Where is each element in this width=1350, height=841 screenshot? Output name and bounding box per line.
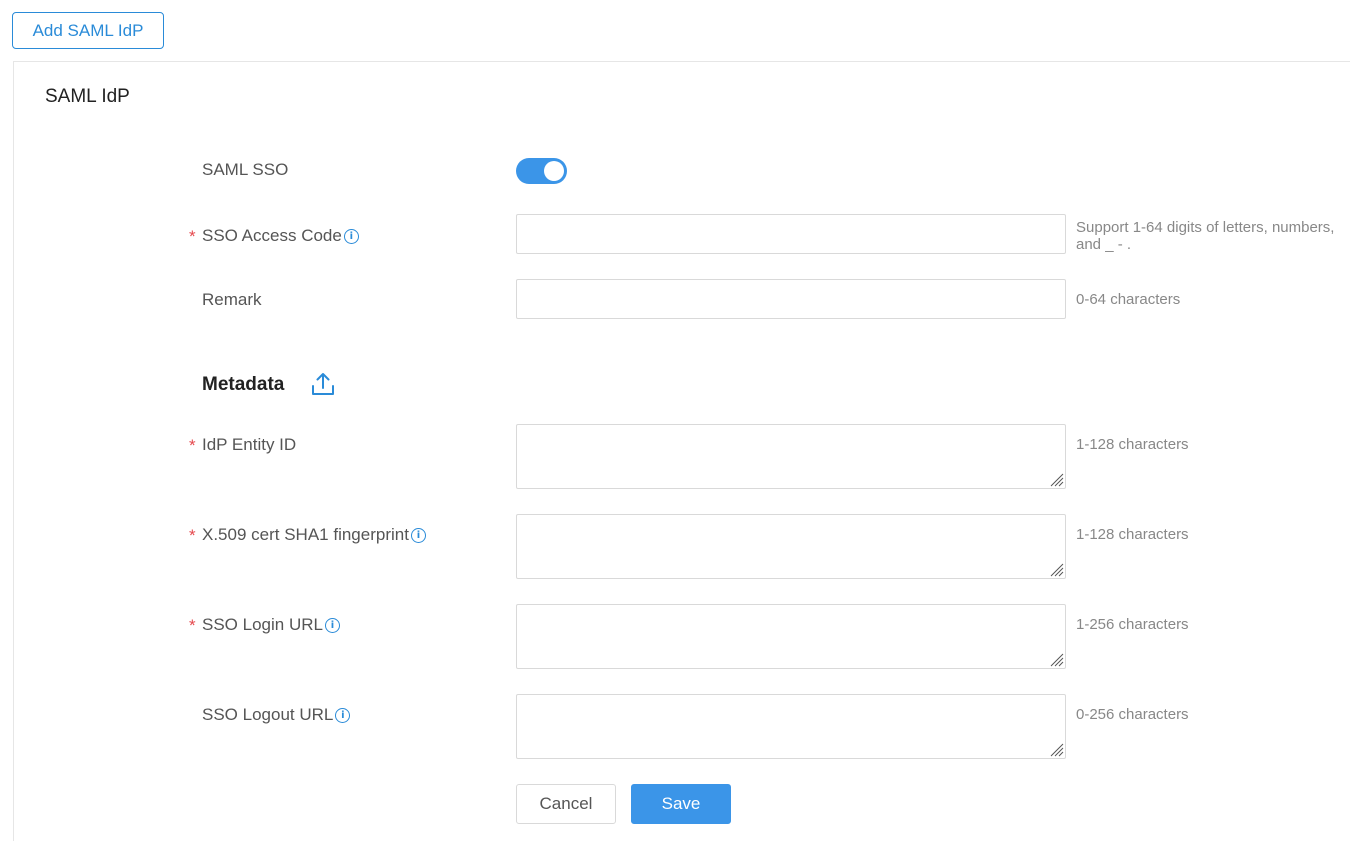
sso-access-code-hint-line1: Support 1-64 digits of letters, numbers, (1076, 219, 1335, 236)
saml-sso-label: SAML SSO (202, 160, 289, 179)
required-marker: * (189, 227, 196, 246)
sso-login-url-hint: 1-256 characters (1076, 616, 1189, 633)
resize-grip-icon[interactable] (1048, 651, 1064, 667)
info-icon[interactable]: i (324, 617, 340, 633)
idp-entity-id-hint: 1-128 characters (1076, 436, 1189, 453)
add-saml-idp-button[interactable]: Add SAML IdP (12, 12, 164, 49)
x509-fingerprint-label-text: X.509 cert SHA1 fingerprint (202, 525, 409, 544)
sso-login-url-label-text: SSO Login URL (202, 615, 323, 634)
required-marker: * (189, 526, 196, 545)
sso-access-code-input[interactable] (516, 214, 1066, 254)
saml-sso-toggle[interactable] (516, 158, 567, 184)
idp-entity-id-label: IdP Entity ID (202, 435, 297, 454)
sso-logout-url-hint: 0-256 characters (1076, 706, 1189, 723)
resize-grip-icon[interactable] (1048, 561, 1064, 577)
required-marker: * (189, 616, 196, 635)
info-icon[interactable]: i (335, 707, 351, 723)
idp-entity-id-textarea[interactable] (516, 424, 1066, 489)
x509-fingerprint-label: X.509 cert SHA1 fingerprint i (202, 525, 426, 545)
sso-logout-url-label-text: SSO Logout URL (202, 705, 334, 724)
toggle-knob (544, 161, 564, 181)
panel-title: SAML IdP (45, 86, 130, 107)
cancel-button[interactable]: Cancel (516, 784, 616, 824)
x509-fingerprint-textarea[interactable] (516, 514, 1066, 579)
resize-grip-icon[interactable] (1048, 471, 1064, 487)
upload-icon[interactable] (310, 371, 336, 397)
sso-logout-url-textarea[interactable] (516, 694, 1066, 759)
x509-fingerprint-hint: 1-128 characters (1076, 526, 1189, 543)
sso-login-url-label: SSO Login URL i (202, 615, 340, 635)
sso-login-url-textarea[interactable] (516, 604, 1066, 669)
sso-access-code-label: SSO Access Code i (202, 226, 359, 246)
remark-hint: 0-64 characters (1076, 291, 1181, 308)
remark-label: Remark (202, 290, 262, 309)
info-icon[interactable]: i (343, 228, 359, 244)
saml-idp-panel: SAML IdP SAML SSO * SSO Access Code i Su… (13, 61, 1350, 841)
save-button[interactable]: Save (631, 784, 731, 824)
sso-logout-url-label: SSO Logout URL i (202, 705, 351, 725)
sso-access-code-hint-line2: and _ - . (1076, 236, 1132, 253)
resize-grip-icon[interactable] (1048, 741, 1064, 757)
info-icon[interactable]: i (410, 527, 426, 543)
remark-input[interactable] (516, 279, 1066, 319)
sso-access-code-label-text: SSO Access Code (202, 226, 342, 245)
metadata-title: Metadata (202, 374, 285, 395)
sso-access-code-hint: Support 1-64 digits of letters, numbers,… (1076, 219, 1334, 253)
required-marker: * (189, 436, 196, 455)
